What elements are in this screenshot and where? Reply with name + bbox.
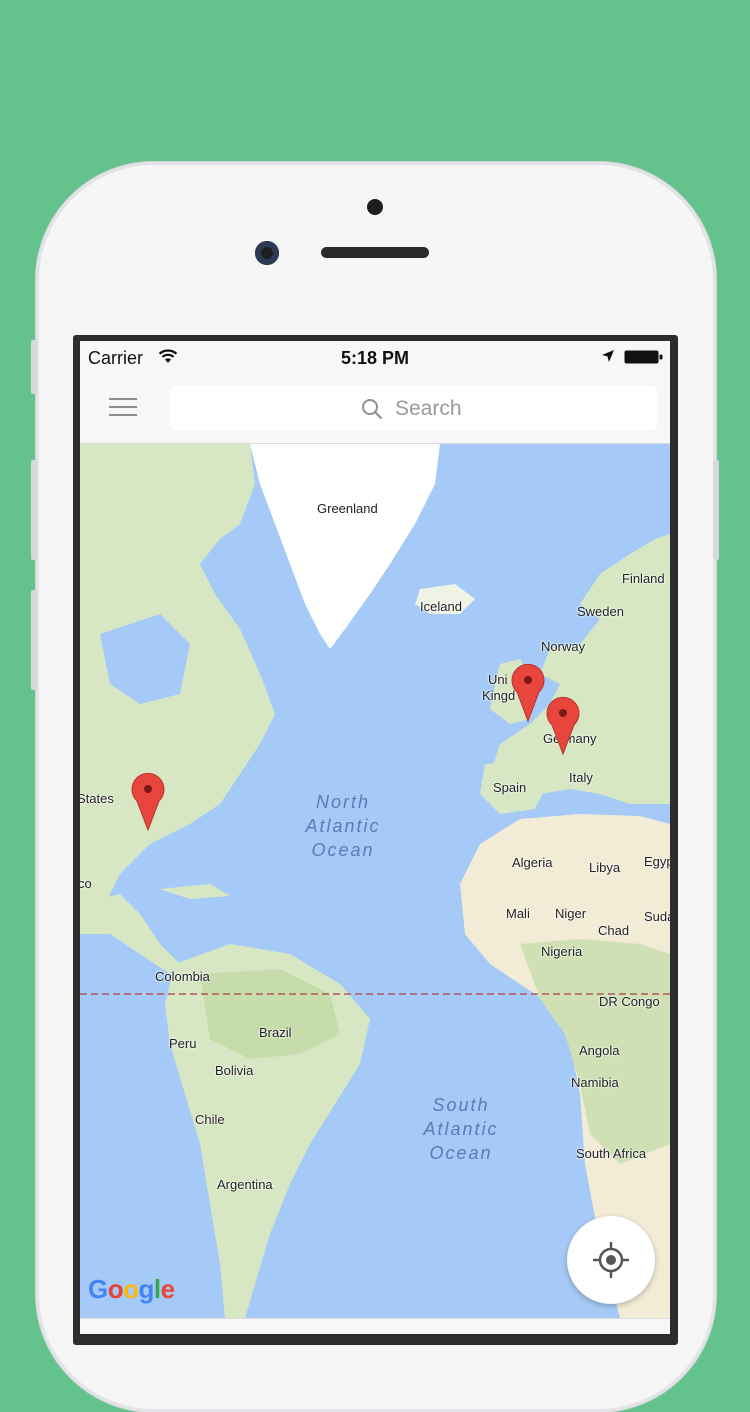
google-logo-letter: G <box>88 1274 108 1304</box>
map-label-egypt: Egyp <box>644 854 670 869</box>
navigation-bar <box>80 375 670 444</box>
ocean-label-line: Atlantic <box>423 1119 499 1139</box>
crosshair-icon <box>593 1242 629 1278</box>
map-label-sudan: Suda <box>644 909 670 924</box>
map-label-states: States <box>80 791 114 806</box>
search-input[interactable] <box>393 395 597 423</box>
map-label-norway: Norway <box>541 639 586 654</box>
ocean-label-line: South <box>432 1095 490 1115</box>
app-display: Carrier 5:18 PM Search Greenland Iceland… <box>80 341 670 1334</box>
map-label-south-africa: South Africa <box>576 1146 647 1161</box>
ocean-label-line: North <box>315 792 370 812</box>
search-icon <box>362 399 383 420</box>
map-label-italy: Italy <box>569 770 593 785</box>
bottom-tab-bar <box>80 1318 670 1334</box>
map-label-chad: Chad <box>598 923 630 938</box>
volume-up-button <box>31 460 37 560</box>
map-pin-icon-germany[interactable] <box>546 697 580 755</box>
google-logo-letter: l <box>153 1274 161 1304</box>
google-logo: Google <box>88 1274 175 1305</box>
map-label-uk-1: Uni <box>488 672 508 687</box>
map-label-angola: Angola <box>579 1043 620 1058</box>
south-atlantic-label: South Atlantic Ocean <box>401 1093 521 1165</box>
my-location-button[interactable] <box>567 1216 655 1304</box>
google-logo-letter: o <box>123 1274 139 1304</box>
ocean-label-line: Atlantic <box>305 816 381 836</box>
north-atlantic-label: North Atlantic Ocean <box>283 790 403 862</box>
map-label-greenland: Greenland <box>317 501 378 516</box>
map-label-algeria: Algeria <box>512 855 553 870</box>
google-logo-letter: e <box>160 1274 175 1304</box>
earpiece-speaker <box>321 247 429 258</box>
hamburger-menu-icon[interactable] <box>109 397 137 417</box>
volume-down-button <box>31 590 37 690</box>
map-pin-icon-usa[interactable] <box>131 773 165 831</box>
map-label-iceland: Iceland <box>420 599 462 614</box>
power-button <box>713 460 719 560</box>
ocean-label-line: Ocean <box>311 840 375 860</box>
greenland-landmass <box>250 444 440 649</box>
map-label-chile: Chile <box>195 1112 225 1127</box>
map-label-bolivia: Bolivia <box>215 1063 254 1078</box>
map-label-colombia: Colombia <box>155 969 210 984</box>
map-label-sweden: Sweden <box>577 604 624 619</box>
map-label-namibia: Namibia <box>571 1075 619 1090</box>
map-label-mexico: co <box>80 876 92 891</box>
mute-switch <box>31 340 37 394</box>
status-bar: Carrier 5:18 PM <box>80 341 670 375</box>
location-arrow-icon <box>602 350 614 362</box>
map-view[interactable]: Greenland Iceland Finland Sweden Norway … <box>80 444 670 1318</box>
map-label-peru: Peru <box>169 1036 197 1051</box>
map-label-argentina: Argentina <box>217 1177 273 1192</box>
map-label-dr-congo: DR Congo <box>599 994 660 1009</box>
map-label-nigeria: Nigeria <box>541 944 583 959</box>
map-base-layer <box>80 444 670 1318</box>
ocean-label-line: Ocean <box>429 1143 493 1163</box>
map-label-mali: Mali <box>506 906 530 921</box>
battery-icon <box>624 350 663 364</box>
search-bar[interactable] <box>169 386 658 430</box>
clock: 5:18 PM <box>340 348 410 368</box>
map-label-libya: Libya <box>589 860 621 875</box>
front-camera <box>255 241 279 265</box>
proximity-sensor <box>367 199 383 215</box>
google-logo-letter: g <box>138 1274 155 1304</box>
map-pin-icon-uk[interactable] <box>511 664 545 722</box>
map-label-brazil: Brazil <box>259 1025 292 1040</box>
cuba <box>160 884 230 899</box>
map-label-niger: Niger <box>555 906 587 921</box>
map-label-finland: Finland <box>622 571 665 586</box>
google-logo-letter: o <box>107 1274 124 1304</box>
central-america <box>80 894 180 974</box>
map-label-spain: Spain <box>493 780 527 795</box>
